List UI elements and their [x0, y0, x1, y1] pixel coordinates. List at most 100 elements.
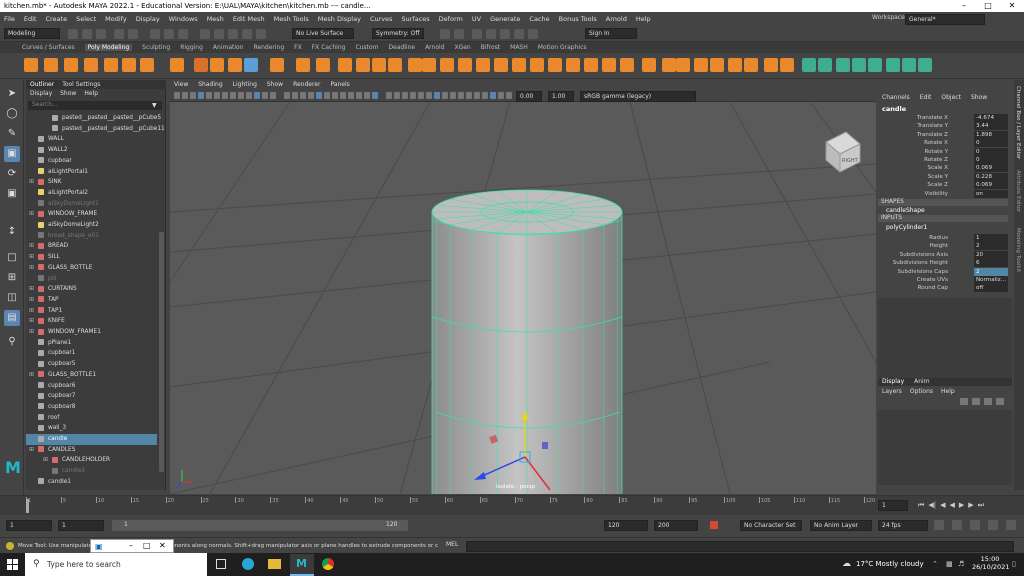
viewport-tool-icon[interactable] [198, 92, 204, 99]
viewport-tool-icon[interactable] [386, 92, 392, 99]
outliner-item[interactable]: roof [26, 413, 157, 424]
hypershade-icon[interactable] [514, 29, 524, 39]
shelf-fill-hole-icon[interactable] [440, 58, 454, 72]
input-row[interactable]: Create UVs Normaliz... [878, 276, 1008, 284]
weather-text[interactable]: 17°C Mostly cloudy [856, 560, 924, 568]
input-row[interactable]: Subdivisions Height 6 [878, 259, 1008, 268]
expand-icon[interactable]: ⊞ [29, 177, 34, 188]
shelf-tab-mash[interactable]: MASH [510, 44, 528, 51]
input-row[interactable]: Height 2 [878, 242, 1008, 251]
shelf-target-weld-icon[interactable] [476, 58, 490, 72]
shelf-sew-uv-icon[interactable] [918, 58, 932, 72]
channel-row[interactable]: Rotate Z 0 [878, 156, 1008, 164]
channel-value[interactable]: 0 [974, 139, 1008, 148]
character-set-select[interactable]: No Character Set [740, 520, 802, 531]
viewport-tool-icon[interactable] [506, 92, 512, 99]
viewport-tool-icon[interactable] [182, 92, 188, 99]
channel-row[interactable]: Scale Z 0.069 [878, 181, 1008, 190]
shelf-plane-icon[interactable] [122, 58, 136, 72]
notifications-icon[interactable]: ▯ [1012, 560, 1016, 568]
outliner-item[interactable]: pill [26, 274, 157, 285]
menu-deform[interactable]: Deform [439, 15, 463, 23]
expand-icon[interactable]: ⊞ [29, 306, 34, 317]
menu-modify[interactable]: Modify [105, 15, 127, 23]
viewport-tool-icon[interactable] [316, 92, 322, 99]
shelf-offset-loop-icon[interactable] [744, 58, 758, 72]
exposure-field[interactable]: 0.00 [516, 91, 542, 102]
quick-layout-icon[interactable]: ⚲ [4, 334, 20, 350]
move-tool-icon[interactable]: ▣ [4, 146, 20, 162]
viewport-tool-icon[interactable] [356, 92, 362, 99]
outliner-item[interactable]: ⊞ CURTAINS [26, 284, 157, 295]
go-to-start-icon[interactable]: ⏮ [918, 501, 924, 510]
menu-curves[interactable]: Curves [370, 15, 393, 23]
candle-mesh[interactable] [431, 189, 623, 494]
sound-icon[interactable] [970, 520, 980, 530]
outliner-item[interactable]: ⊞ GLASS_BOTTLE [26, 263, 157, 274]
outliner-item[interactable]: ⊞ CANDLES [26, 445, 157, 456]
snap-grid-icon[interactable] [200, 29, 210, 39]
shelf-layout-uv-icon[interactable] [886, 58, 900, 72]
render-settings-icon[interactable] [500, 29, 510, 39]
arnold-render-view-icon[interactable] [528, 29, 538, 39]
viewport-menu-view[interactable]: View [174, 80, 188, 90]
current-frame-marker[interactable] [26, 499, 29, 513]
shelf-disc-icon[interactable] [140, 58, 154, 72]
viewport-tool-icon[interactable] [458, 92, 464, 99]
shelf-separate-icon[interactable] [296, 58, 310, 72]
shelf-tab-motion-graphics[interactable]: Motion Graphics [538, 44, 587, 51]
viewport-tool-icon[interactable] [402, 92, 408, 99]
viewport-menu-panels[interactable]: Panels [330, 80, 349, 90]
viewport-tool-icon[interactable] [254, 92, 260, 99]
viewport-tool-icon[interactable] [308, 92, 314, 99]
outliner-item[interactable]: aiLightPortal2 [26, 188, 157, 199]
shape-name[interactable]: candleShape [886, 207, 925, 214]
shelf-cut-uv-icon[interactable] [902, 58, 916, 72]
expand-icon[interactable]: ⊞ [29, 370, 34, 381]
outliner-item[interactable]: ⊞ CANDLEHOLDER [26, 455, 157, 466]
preview-maximize-icon[interactable]: □ [143, 541, 151, 550]
shelf-quad-draw-icon[interactable] [494, 58, 508, 72]
expand-icon[interactable]: ⊞ [43, 455, 48, 466]
chrome-browser-icon[interactable] [322, 558, 334, 570]
expand-icon[interactable]: ⊞ [29, 209, 34, 220]
shelf-boolean-icon[interactable] [338, 58, 352, 72]
maya-taskbar-button[interactable]: M [290, 554, 314, 576]
tab-tool-settings[interactable]: Tool Settings [62, 80, 100, 89]
outliner-item[interactable]: cupboar1 [26, 348, 157, 359]
shelf-wedge-icon[interactable] [676, 58, 690, 72]
channel-row[interactable]: Rotate Y 0 [878, 147, 1008, 156]
loop-icon[interactable] [934, 520, 944, 530]
viewport-tool-icon[interactable] [418, 92, 424, 99]
shelf-cone-icon[interactable] [84, 58, 98, 72]
shelf-tab-custom[interactable]: Custom [355, 44, 378, 51]
weather-icon[interactable]: ☁ [842, 559, 851, 569]
minimize-icon[interactable]: – [952, 0, 976, 12]
command-line-input[interactable] [466, 541, 1014, 552]
channel-row[interactable]: Visibility on [878, 189, 1008, 198]
input-row[interactable]: Radius 1 [878, 234, 1008, 242]
shelf-sweep-mesh-icon[interactable] [244, 58, 258, 72]
viewport-tool-icon[interactable] [174, 92, 180, 99]
outliner-item[interactable]: ⊞ GLASS_BOTTLE1 [26, 370, 157, 381]
tab-modeling-toolkit[interactable]: Modeling Toolkit [1015, 228, 1021, 272]
viewport-persp[interactable]: View Shading Lighting Show Renderer Panels 0.… [170, 80, 876, 494]
shelf-torus-icon[interactable] [104, 58, 118, 72]
preview-close-icon[interactable]: ✕ [159, 541, 166, 550]
shelf-make-hole-icon[interactable] [642, 58, 656, 72]
step-back-key-icon[interactable]: ◀| [928, 501, 936, 510]
layer-menu-help[interactable]: Help [941, 388, 955, 395]
tab-display-layers[interactable]: Display [882, 378, 904, 386]
redo-icon[interactable] [128, 29, 138, 39]
shelf-edge-flow-icon[interactable] [710, 58, 724, 72]
input-row[interactable]: Subdivisions Axis 20 [878, 250, 1008, 259]
shelf-tab-xgen[interactable]: XGen [454, 44, 470, 51]
menu-edit-mesh[interactable]: Edit Mesh [233, 15, 265, 23]
input-value[interactable]: 2 [974, 242, 1008, 251]
menu-cache[interactable]: Cache [529, 15, 549, 23]
snap-view-icon[interactable] [242, 29, 252, 39]
tray-chevron-icon[interactable]: ⌃ [932, 560, 938, 568]
select-tool-icon[interactable]: ➤ [4, 86, 20, 102]
windows-start-icon[interactable] [7, 559, 18, 570]
lasso-tool-icon[interactable]: ◯ [4, 106, 20, 122]
